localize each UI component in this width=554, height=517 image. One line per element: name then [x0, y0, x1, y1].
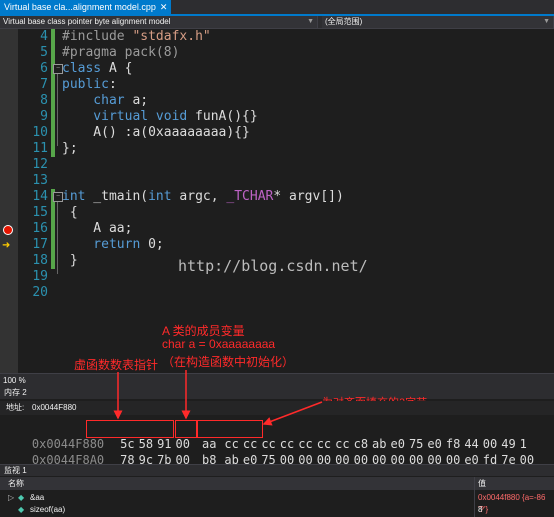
watch-name: &aa	[30, 493, 45, 502]
watch-column-header: 名称 值	[0, 477, 554, 490]
value-column-header[interactable]: 值	[478, 477, 486, 490]
watch-name: sizeof(aa)	[30, 505, 66, 514]
name-column-header[interactable]: 名称	[8, 477, 24, 490]
variable-icon: ◆	[18, 505, 25, 514]
watch-value: 8	[478, 505, 483, 514]
padding-arrow	[262, 401, 323, 426]
annotation-arrows	[113, 370, 323, 426]
watch-row[interactable]: ◆ sizeof(aa) 8	[0, 504, 554, 516]
watch-window-title: 监视 1	[0, 464, 554, 476]
variable-icon: ◆	[18, 493, 25, 502]
watch-row[interactable]: ▷ ◆ &aa 0x0044f880 {a=-86 '?'}	[0, 492, 554, 514]
expand-icon[interactable]: ▷	[8, 492, 14, 504]
column-splitter[interactable]	[474, 477, 475, 517]
